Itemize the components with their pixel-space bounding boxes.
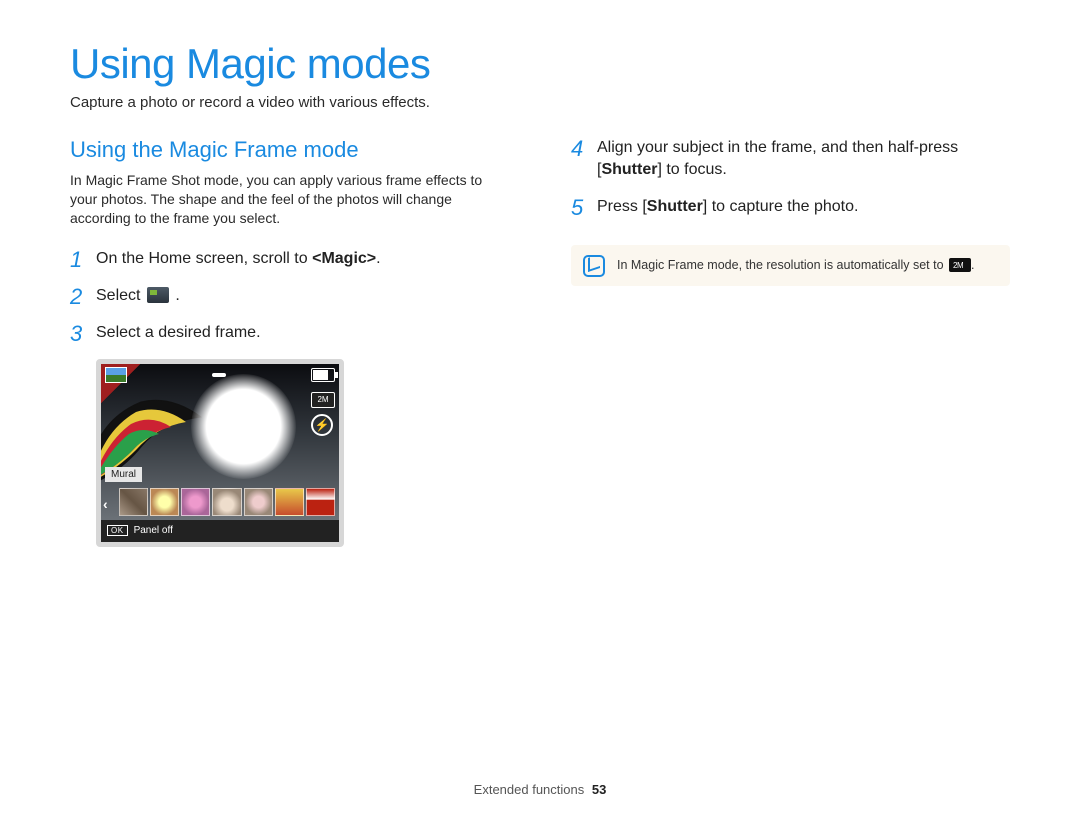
page-footer: Extended functions 53 bbox=[0, 782, 1080, 797]
frame-label: Mural bbox=[105, 467, 142, 482]
frame-thumb bbox=[306, 488, 335, 516]
step-number: 3 bbox=[70, 322, 84, 345]
step-number: 5 bbox=[571, 196, 585, 219]
step-5: 5 Press [Shutter] to capture the photo. bbox=[571, 196, 1010, 219]
step-2: 2 Select . bbox=[70, 285, 509, 308]
step-text-post: ] to focus. bbox=[657, 161, 726, 178]
step-bold: Shutter bbox=[601, 161, 657, 178]
magic-frame-icon bbox=[147, 287, 169, 303]
footer-section-label: Extended functions bbox=[474, 782, 585, 797]
panel-off-label: Panel off bbox=[134, 525, 173, 536]
step-bold: <Magic> bbox=[312, 250, 376, 267]
step-text: Select . bbox=[96, 285, 180, 307]
resolution-badge: 2M bbox=[311, 392, 335, 408]
frame-thumb bbox=[275, 488, 304, 516]
step-bold: Shutter bbox=[647, 198, 703, 215]
frame-thumb bbox=[119, 488, 148, 516]
step-number: 2 bbox=[70, 285, 84, 308]
right-column: 4 Align your subject in the frame, and t… bbox=[571, 137, 1010, 547]
footer-page-number: 53 bbox=[592, 782, 606, 797]
frame-thumb bbox=[244, 488, 273, 516]
section-description: In Magic Frame Shot mode, you can apply … bbox=[70, 171, 509, 228]
step-text: Align your subject in the frame, and the… bbox=[597, 137, 1010, 182]
lens-flare bbox=[191, 374, 296, 479]
resolution-inline-badge bbox=[949, 258, 971, 272]
indicator-icon bbox=[212, 373, 226, 377]
step-text-pre: Press [ bbox=[597, 198, 647, 215]
frame-thumb bbox=[150, 488, 179, 516]
step-text-pre: On the Home screen, scroll to bbox=[96, 250, 312, 267]
note-box: In Magic Frame mode, the resolution is a… bbox=[571, 245, 1010, 287]
step-text-post: . bbox=[376, 250, 380, 267]
frame-thumbnails bbox=[119, 488, 335, 516]
note-text-post: . bbox=[971, 258, 974, 272]
section-title: Using the Magic Frame mode bbox=[70, 137, 509, 163]
frame-thumb bbox=[212, 488, 241, 516]
page-subtitle: Capture a photo or record a video with v… bbox=[70, 94, 1010, 111]
battery-icon bbox=[311, 368, 335, 382]
step-text-post: ] to capture the photo. bbox=[703, 198, 859, 215]
note-icon bbox=[583, 255, 605, 277]
step-text-pre: Select a desired frame. bbox=[96, 324, 261, 341]
step-3: 3 Select a desired frame. bbox=[70, 322, 509, 345]
ok-button-label: OK bbox=[107, 525, 128, 536]
step-text-pre: Select bbox=[96, 287, 145, 304]
page-title: Using Magic modes bbox=[70, 40, 1010, 88]
step-1: 1 On the Home screen, scroll to <Magic>. bbox=[70, 248, 509, 271]
flash-icon: ⚡ bbox=[311, 414, 333, 436]
playback-thumb-icon bbox=[105, 367, 127, 383]
step-text-post: . bbox=[175, 287, 179, 304]
frame-thumb bbox=[181, 488, 210, 516]
note-text: In Magic Frame mode, the resolution is a… bbox=[617, 258, 947, 272]
camera-preview-illustration: 2M ⚡ Mural ‹ bbox=[96, 359, 344, 547]
left-column: Using the Magic Frame mode In Magic Fram… bbox=[70, 137, 509, 547]
step-text: Select a desired frame. bbox=[96, 322, 261, 344]
step-number: 4 bbox=[571, 137, 585, 160]
prev-chevron-icon: ‹ bbox=[103, 496, 108, 512]
step-4: 4 Align your subject in the frame, and t… bbox=[571, 137, 1010, 182]
step-text: On the Home screen, scroll to <Magic>. bbox=[96, 248, 381, 270]
step-number: 1 bbox=[70, 248, 84, 271]
step-text: Press [Shutter] to capture the photo. bbox=[597, 196, 858, 218]
